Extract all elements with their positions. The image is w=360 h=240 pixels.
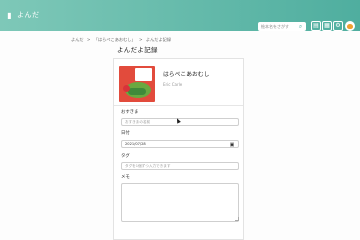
divider [114,105,243,106]
breadcrumb-home[interactable]: よんだ [71,37,84,42]
search-icon[interactable]: ⌕ [297,23,304,30]
child-label: おすきま [121,110,139,115]
breadcrumb: よんだ > 「はらぺこあおむし」 > よんだよ記録 [71,37,173,43]
breadcrumb-separator: > [86,37,91,42]
memo-label: メモ [121,175,130,180]
date-input[interactable]: 2021/07/28 [121,140,239,148]
breadcrumb-separator: > [139,37,143,42]
breadcrumb-book[interactable]: 「はらぺこあおむし」 [94,37,136,42]
book-icon[interactable]: ▮ [5,12,14,20]
page-title: よんだよ記録 [117,46,158,54]
settings-icon[interactable]: ⚙ [333,21,343,31]
book-author: Eric Carle [163,82,183,87]
app-logo-text[interactable]: よんだ [17,10,40,21]
book-title: はらぺこあおむし [163,72,210,78]
resize-handle-icon[interactable] [235,217,239,221]
app-header: ▮ よんだ [0,0,360,31]
bookshelf-icon[interactable]: ▤ [311,21,321,31]
calendar-icon[interactable]: ▣ [229,142,235,148]
date-label: 日付 [121,131,130,136]
avatar[interactable] [345,21,355,31]
book-cover-image [119,66,155,102]
memo-textarea[interactable] [121,183,239,222]
tag-label: タグ [121,154,130,159]
grid-icon[interactable]: ▦ [322,21,332,31]
breadcrumb-current: よんだよ記録 [145,37,172,42]
tag-input[interactable]: タグを1個ずつ入力できます [121,162,239,170]
